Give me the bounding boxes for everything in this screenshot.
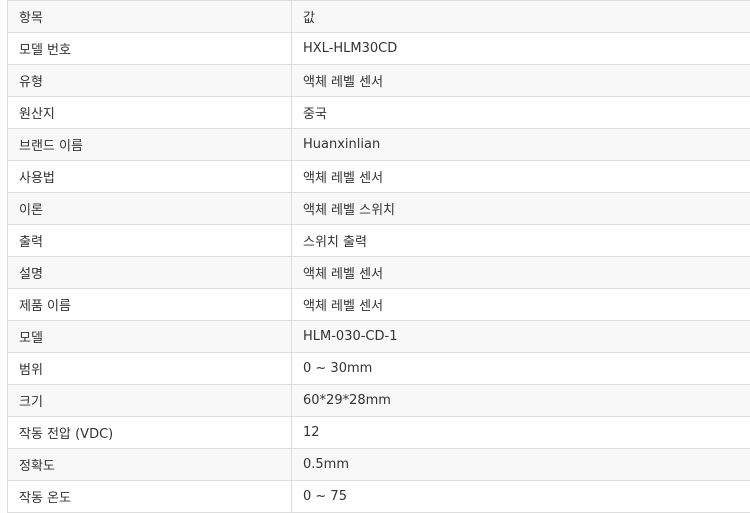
- row-value: HLM-030-CD-1: [291, 320, 750, 353]
- row-label: 제품 이름: [7, 288, 292, 321]
- row-label: 작동 전압 (VDC): [7, 416, 292, 449]
- row-value: 0 ~ 30mm: [291, 352, 750, 385]
- table-row: 범위 0 ~ 30mm: [7, 352, 750, 385]
- table-row: 모델 번호 HXL-HLM30CD: [7, 32, 750, 65]
- spec-table: 항목 값 모델 번호 HXL-HLM30CD 유형 액체 레벨 센서 원산지 중…: [7, 0, 750, 513]
- table-row: 사용법 액체 레벨 센서: [7, 160, 750, 193]
- row-value: HXL-HLM30CD: [291, 32, 750, 65]
- table-row: 작동 온도 0 ~ 75: [7, 480, 750, 513]
- table-row: 원산지 중국: [7, 96, 750, 129]
- header-value: 값: [291, 0, 750, 33]
- row-value: 0.5mm: [291, 448, 750, 481]
- table-row: 크기 60*29*28mm: [7, 384, 750, 417]
- row-label: 모델: [7, 320, 292, 353]
- row-value: 중국: [291, 96, 750, 129]
- row-value: 액체 레벨 센서: [291, 288, 750, 321]
- table-row: 작동 전압 (VDC) 12: [7, 416, 750, 449]
- row-value: 액체 레벨 센서: [291, 160, 750, 193]
- header-item: 항목: [7, 0, 292, 33]
- row-value: 스위치 출력: [291, 224, 750, 257]
- table-row: 모델 HLM-030-CD-1: [7, 320, 750, 353]
- row-label: 브랜드 이름: [7, 128, 292, 161]
- row-label: 사용법: [7, 160, 292, 193]
- row-label: 크기: [7, 384, 292, 417]
- row-label: 설명: [7, 256, 292, 289]
- row-label: 작동 온도: [7, 480, 292, 513]
- row-value: Huanxinlian: [291, 128, 750, 161]
- table-row: 브랜드 이름 Huanxinlian: [7, 128, 750, 161]
- row-value: 60*29*28mm: [291, 384, 750, 417]
- row-label: 유형: [7, 64, 292, 97]
- row-value: 액체 레벨 스위치: [291, 192, 750, 225]
- row-value: 액체 레벨 센서: [291, 64, 750, 97]
- row-value: 액체 레벨 센서: [291, 256, 750, 289]
- table-row: 정확도 0.5mm: [7, 448, 750, 481]
- table-row: 설명 액체 레벨 센서: [7, 256, 750, 289]
- table-row: 유형 액체 레벨 센서: [7, 64, 750, 97]
- table-row: 이론 액체 레벨 스위치: [7, 192, 750, 225]
- row-label: 원산지: [7, 96, 292, 129]
- row-label: 범위: [7, 352, 292, 385]
- row-label: 출력: [7, 224, 292, 257]
- row-label: 이론: [7, 192, 292, 225]
- row-value: 12: [291, 416, 750, 449]
- row-label: 모델 번호: [7, 32, 292, 65]
- table-row: 제품 이름 액체 레벨 센서: [7, 288, 750, 321]
- table-row: 출력 스위치 출력: [7, 224, 750, 257]
- table-header-row: 항목 값: [7, 0, 750, 33]
- row-value: 0 ~ 75: [291, 480, 750, 513]
- row-label: 정확도: [7, 448, 292, 481]
